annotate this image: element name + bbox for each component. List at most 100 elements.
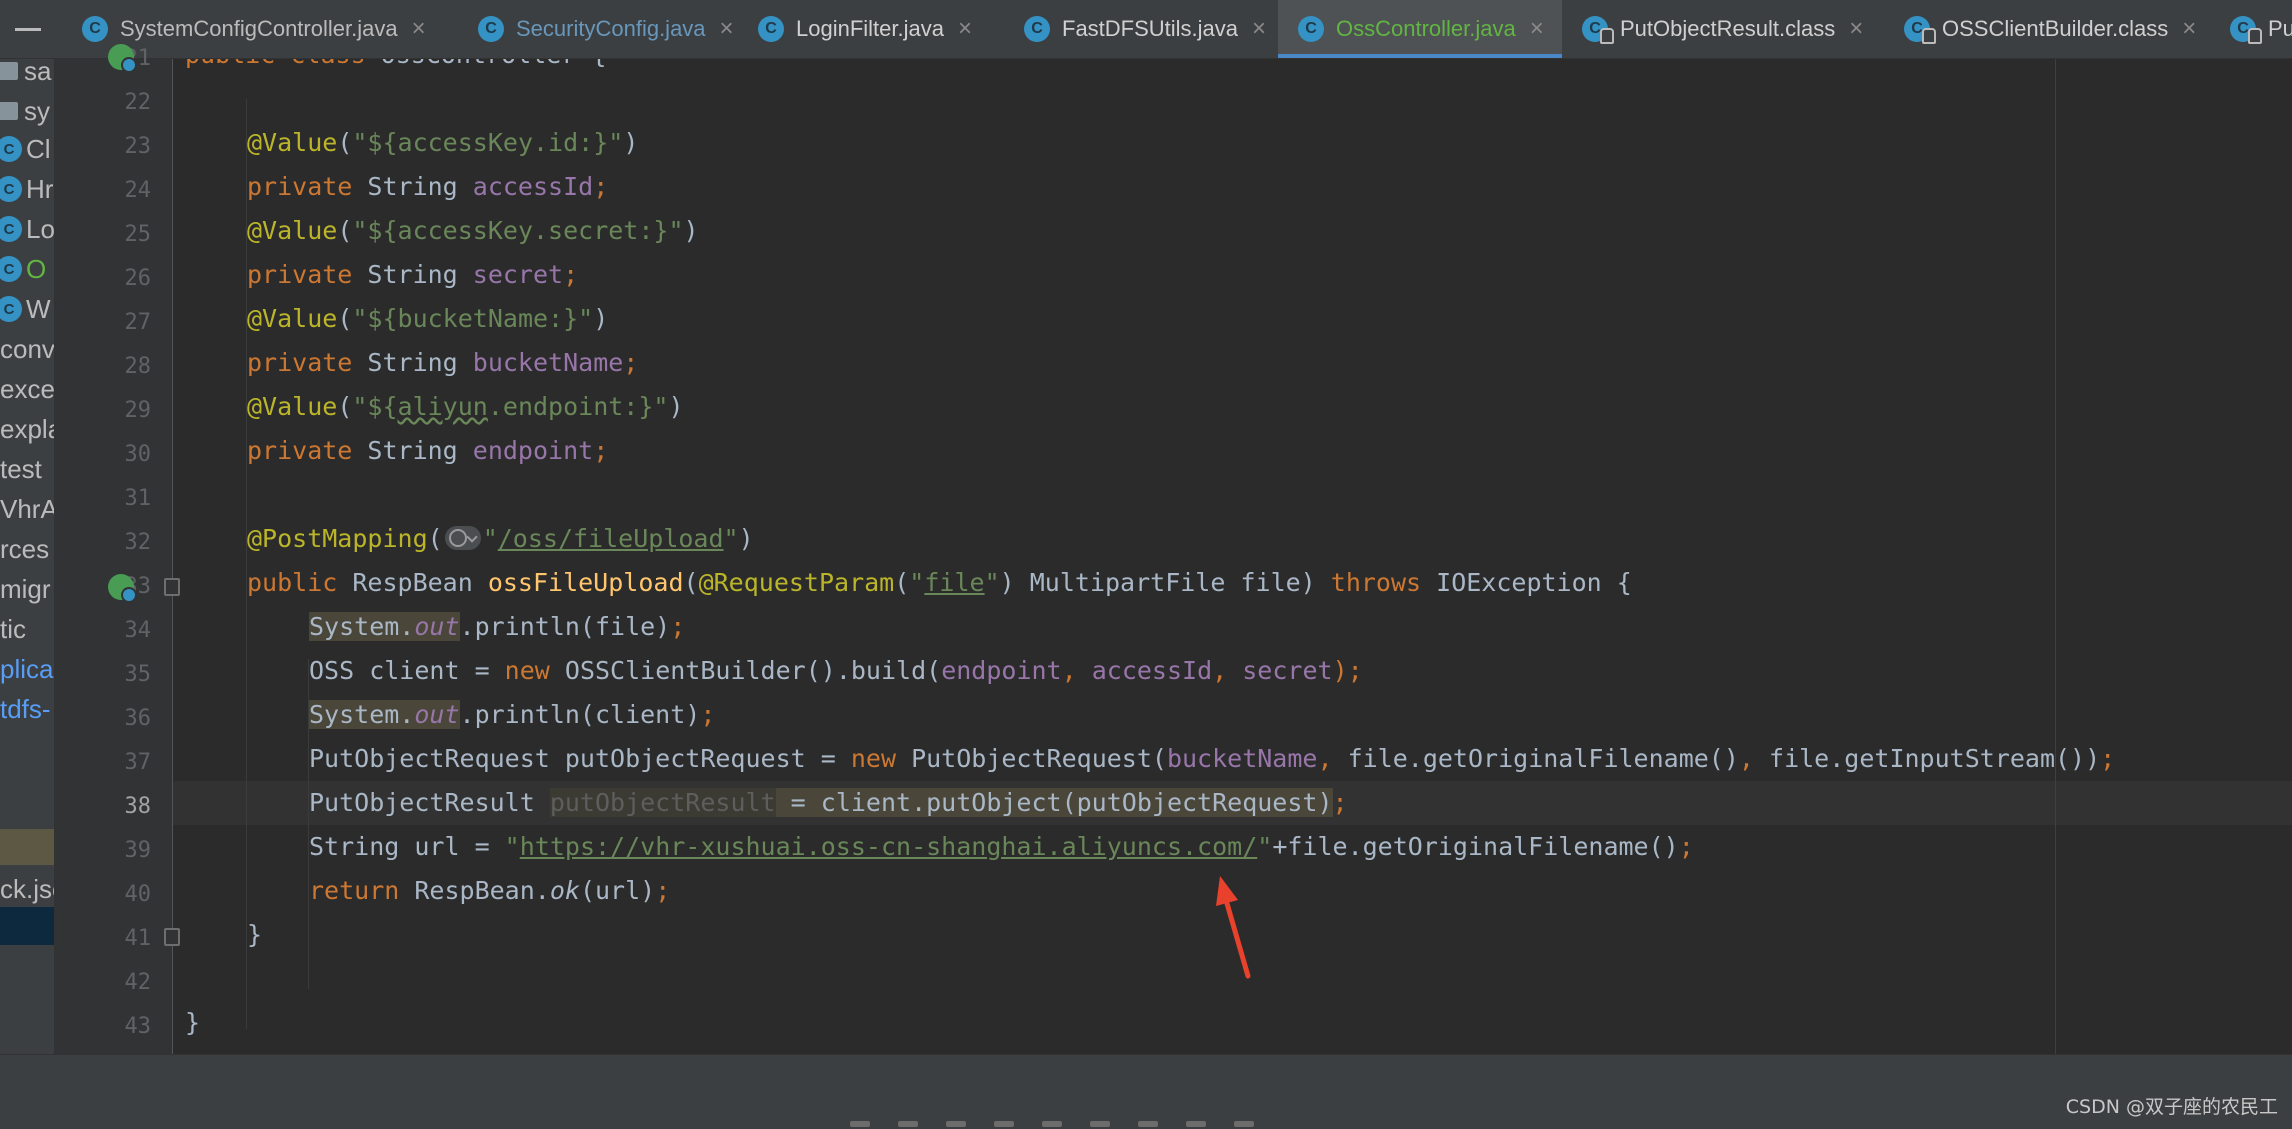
bottom-tool-area: CSDN @双子座的农民工 <box>0 1054 2292 1129</box>
class-icon: C <box>0 296 22 322</box>
class-icon: C <box>2230 16 2262 44</box>
tool-icon[interactable] <box>850 1121 870 1127</box>
tab-truncated[interactable]: C Pu <box>2210 0 2292 58</box>
code-line-30: private String endpoint; <box>247 436 609 465</box>
line-number: 43 <box>124 1014 152 1039</box>
endpoint-link[interactable]: /oss/fileUpload <box>498 524 724 553</box>
tab-label: PutObjectResult.class <box>1620 16 1836 41</box>
line-number: 32 <box>124 530 152 555</box>
project-item[interactable]: conv <box>0 329 54 369</box>
close-icon[interactable]: × <box>720 15 734 43</box>
code-line-41: } <box>247 920 263 949</box>
line-number: 37 <box>124 750 152 775</box>
hamburger-icon[interactable] <box>0 0 56 58</box>
code-line-26: private String secret; <box>247 260 579 289</box>
project-item[interactable]: sy <box>0 91 54 131</box>
project-item[interactable]: CW <box>0 289 54 329</box>
code-line-25: @Value("${accessKey.secret:}") <box>247 216 699 245</box>
code-line-34: System.out.println(file); <box>309 612 686 641</box>
unused-variable: putObjectResult <box>549 788 776 817</box>
line-number: 29 <box>124 398 152 423</box>
tool-icon[interactable] <box>994 1121 1014 1127</box>
project-item[interactable]: C Cl <box>0 129 54 169</box>
line-number: 31 <box>124 486 152 511</box>
line-number: 42 <box>124 970 152 995</box>
tab-label: SecurityConfig.java <box>516 16 706 41</box>
project-item[interactable]: rces <box>0 529 54 569</box>
project-item[interactable]: sa <box>0 59 54 91</box>
tool-icon[interactable] <box>1186 1121 1206 1127</box>
project-selection-highlight <box>0 829 54 865</box>
editor-gutter: 21 22 23 24 25 26 27 28 29 30 31 32 33 3… <box>55 46 173 1054</box>
tab-loginfilter[interactable]: C LoginFilter.java × <box>738 0 1004 58</box>
tab-fastdfsutils[interactable]: C FastDFSUtils.java × <box>1004 0 1276 58</box>
class-icon: C <box>1904 16 1936 44</box>
oss-url-link[interactable]: https://vhr-xushuai.oss-cn-shanghai.aliy… <box>520 832 1258 861</box>
code-line-24: private String accessId; <box>247 172 609 201</box>
project-item[interactable]: tic <box>0 609 54 649</box>
folder-icon <box>0 102 18 120</box>
project-item[interactable]: C Lo <box>0 209 54 249</box>
web-request-icon[interactable] <box>444 526 481 550</box>
tool-icon[interactable] <box>898 1121 918 1127</box>
tab-ossclientbuilder[interactable]: C OSSClientBuilder.class × <box>1884 0 2210 58</box>
project-item[interactable]: C Hr <box>0 169 54 209</box>
tool-icon[interactable] <box>1042 1121 1062 1127</box>
tab-label: OSSClientBuilder.class <box>1942 16 2169 41</box>
close-icon[interactable]: × <box>1849 15 1863 43</box>
project-item[interactable]: test <box>0 449 54 489</box>
code-line-29: @Value("${aliyun.endpoint:}") <box>247 392 684 421</box>
line-number: 24 <box>124 178 152 203</box>
code-line-36: System.out.println(client); <box>309 700 716 729</box>
tool-icon[interactable] <box>1138 1121 1158 1127</box>
run-gutter-icon[interactable] <box>108 44 137 73</box>
line-number: 22 <box>124 90 152 115</box>
code-line-21: public class OssController { <box>185 59 606 77</box>
tool-icon[interactable] <box>1090 1121 1110 1127</box>
line-number: 25 <box>124 222 152 247</box>
project-tree-panel: sa sy CCl CHr CLo CO CW conv exce expla … <box>0 59 55 1059</box>
class-icon: C <box>0 136 22 162</box>
project-item[interactable]: VhrA <box>0 489 54 529</box>
line-number: 34 <box>124 618 152 643</box>
tab-securityconfig[interactable]: C SecurityConfig.java × <box>458 0 738 58</box>
tab-label: Pu <box>2268 16 2292 41</box>
project-item[interactable]: exce <box>0 369 54 409</box>
line-number: 39 <box>124 838 152 863</box>
run-gutter-icon[interactable] <box>108 574 137 603</box>
line-number: 41 <box>124 926 152 951</box>
right-margin-guide <box>2055 59 2056 1054</box>
code-line-37: PutObjectRequest putObjectRequest = new … <box>309 744 2116 773</box>
close-icon[interactable]: × <box>1252 15 1266 43</box>
line-number: 36 <box>124 706 152 731</box>
class-icon: C <box>0 176 22 202</box>
watermark: CSDN @双子座的农民工 <box>2065 1096 2278 1118</box>
project-item[interactable]: plicat <box>0 649 54 689</box>
class-icon: C <box>0 216 22 242</box>
class-icon: C <box>1582 16 1614 44</box>
line-number: 28 <box>124 354 152 379</box>
tab-putobjectresult[interactable]: C PutObjectResult.class × <box>1562 0 1884 58</box>
project-item[interactable]: CO <box>0 249 54 289</box>
line-number: 40 <box>124 882 152 907</box>
class-icon: C <box>1298 16 1324 42</box>
project-item[interactable]: migr <box>0 569 54 609</box>
project-selection-highlight <box>0 907 54 945</box>
project-item[interactable]: ck.jso <box>0 869 54 909</box>
project-item[interactable]: tdfs- <box>0 689 54 729</box>
line-number-current: 38 <box>124 794 152 819</box>
code-line-23: @Value("${accessKey.id:}") <box>247 128 639 157</box>
close-icon[interactable]: × <box>412 15 426 43</box>
project-item[interactable]: expla <box>0 409 54 449</box>
close-icon[interactable]: × <box>958 15 972 43</box>
tab-osscontroller[interactable]: C OssController.java × <box>1278 0 1562 58</box>
code-line-38: PutObjectResult putObjectResult = client… <box>309 788 1348 817</box>
close-icon[interactable]: × <box>1530 15 1544 43</box>
tool-icon[interactable] <box>1234 1121 1254 1127</box>
class-icon: C <box>1024 16 1050 42</box>
editor-tab-bar: C SystemConfigController.java × C Securi… <box>0 0 2292 59</box>
code-line-35: OSS client = new OSSClientBuilder().buil… <box>309 656 1363 685</box>
line-number: 30 <box>124 442 152 467</box>
tool-icon[interactable] <box>946 1121 966 1127</box>
close-icon[interactable]: × <box>2182 15 2196 43</box>
